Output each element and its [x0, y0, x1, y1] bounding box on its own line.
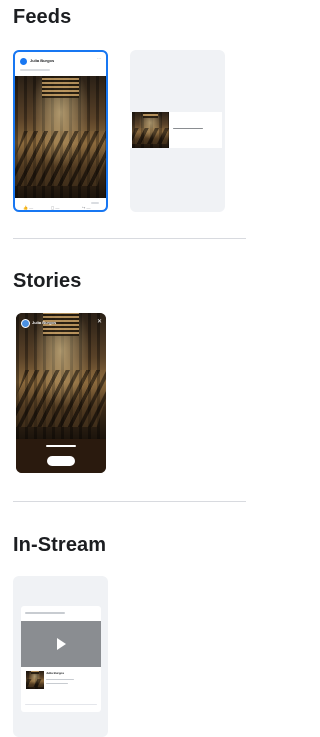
ad-thumbnail: [26, 671, 44, 689]
page-avatar: [21, 319, 30, 328]
listing-title-line: [173, 128, 203, 129]
cta-button[interactable]: [47, 456, 75, 466]
divider-stories-instream: [13, 501, 246, 502]
story-caption-line: [46, 445, 76, 447]
instream-footer-line: [25, 704, 97, 705]
story-image: [16, 313, 106, 439]
ad-image: [15, 76, 106, 198]
stories-heading: Stories: [13, 270, 82, 292]
share-icon: ↪ —: [82, 205, 91, 210]
like-icon: 👍 —: [23, 205, 34, 210]
page-avatar: [20, 58, 27, 65]
reaction-line: [91, 202, 99, 204]
page-name: Julia Burgos: [30, 58, 55, 63]
stories-placement-facebook-stories[interactable]: Julia Burgos ✕: [16, 313, 106, 473]
instream-ad-line-2: [46, 683, 68, 684]
feeds-placement-marketplace[interactable]: [130, 50, 225, 212]
comment-icon: ◻ —: [51, 205, 60, 210]
close-icon: ✕: [97, 319, 103, 325]
feeds-heading: Feeds: [13, 6, 72, 28]
instream-ad-line-1: [46, 679, 74, 680]
page-name: Julia Burgos: [32, 320, 57, 325]
post-text-line: [20, 69, 50, 71]
instream-header-line: [25, 612, 65, 614]
instream-heading: In-Stream: [13, 534, 107, 556]
feeds-placement-facebook-feed[interactable]: Julia Burgos ··· 👍 — ◻ — ↪ —: [13, 50, 108, 212]
instream-placement-facebook-instream-video[interactable]: Julia Burgos: [13, 576, 108, 737]
listing-thumbnail: [132, 112, 169, 148]
instream-page-name: Julia Burgos: [46, 671, 65, 675]
divider-feeds-stories: [13, 238, 246, 239]
more-icon: ···: [97, 56, 101, 61]
play-icon[interactable]: [57, 638, 66, 650]
